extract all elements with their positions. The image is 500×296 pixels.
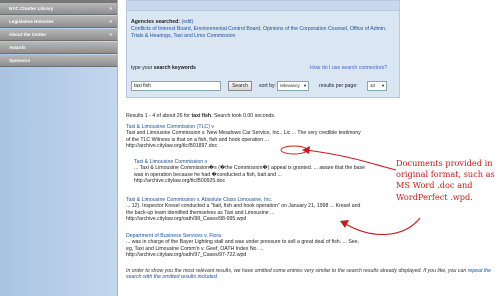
search-button[interactable]: Search xyxy=(228,81,252,91)
result-url: http://archive.citylaw.org/oath/98_Cases… xyxy=(126,216,247,223)
agencies-searched: Agencies searched: (edit) Conflicts of I… xyxy=(131,19,395,40)
result-url: http://archive.citylaw.org/oath/97_Cases… xyxy=(126,252,247,259)
result-title-link[interactable]: Taxi & Limousine Commission v. Absolute … xyxy=(126,197,272,203)
sidebar-item-label: Awards xyxy=(9,45,26,50)
agencies-header: Agencies searched: xyxy=(131,19,181,25)
sidebar-item-about[interactable]: About the Center » xyxy=(0,29,117,41)
omitted-results-note: In order to show you the most relevant r… xyxy=(126,268,492,281)
results-per-page-label: results per page: xyxy=(319,83,358,89)
search-connectors-help-link[interactable]: How do I use search connectors? xyxy=(310,65,387,71)
results-stats: Results 1 - 4 of about 26 for taxi fish.… xyxy=(126,113,276,119)
panel-top-strip xyxy=(127,1,399,11)
result-snippet: Taxi and Limousine Commission v. New Mea… xyxy=(126,130,361,143)
keyword-prompt-row: type your search keywords How do I use s… xyxy=(131,65,395,71)
result-url: http://archive.citylaw.org/tlc/B01897.do… xyxy=(126,143,218,150)
result-snippet: ... was in charge of the Bayer Lighting … xyxy=(126,239,359,252)
result-item: Taxi & Limousine Commission v. Absolute … xyxy=(126,197,366,223)
keyword-prompt: type your search keywords xyxy=(131,65,196,71)
result-item: Taxi & Limousine Commission v ... Taxi &… xyxy=(134,159,366,185)
results-per-page-select[interactable]: 10 ▼ xyxy=(367,81,387,91)
result-title-link[interactable]: Taxi & Limousine Commission (TLC) v xyxy=(126,124,214,130)
agencies-edit-link[interactable]: (edit) xyxy=(181,19,193,25)
result-item: Taxi & Limousine Commission (TLC) v Taxi… xyxy=(126,124,366,150)
sidebar-item-label: Legislative Histories xyxy=(9,19,54,24)
dropdown-arrow-icon: ▼ xyxy=(381,83,385,88)
main-content: Agencies searched: (edit) Conflicts of I… xyxy=(124,0,500,296)
result-item: Department of Business Services v. Flora… xyxy=(126,233,366,259)
annotation-text: Documents provided in original format, s… xyxy=(396,158,495,202)
sidebar-item-legislative-histories[interactable]: Legislative Histories » xyxy=(0,16,117,28)
chevron-right-icon: » xyxy=(109,6,112,12)
sidebar-item-charter-library[interactable]: NYC Charter Library » xyxy=(0,3,117,15)
sidebar-item-label: About the Center xyxy=(9,32,47,37)
sidebar: NYC Charter Library » Legislative Histor… xyxy=(0,0,118,296)
sort-label: sort by: xyxy=(259,83,277,89)
sidebar-item-awards[interactable]: Awards xyxy=(0,42,117,54)
chevron-right-icon: » xyxy=(109,32,112,38)
result-title-link[interactable]: Department of Business Services v. Flora xyxy=(126,233,221,239)
dropdown-arrow-icon: ▼ xyxy=(303,83,307,88)
search-controls: taxi fish Search sort by: relevancy ▼ res… xyxy=(131,81,399,93)
sidebar-item-sponsors[interactable]: Sponsors xyxy=(0,55,117,67)
sidebar-item-label: NYC Charter Library xyxy=(9,6,54,11)
agencies-list-links[interactable]: Conflicts of Interest Board, Environment… xyxy=(131,26,386,39)
result-url: http://archive.citylaw.org/tlc/B00925.do… xyxy=(134,178,226,185)
sort-select[interactable]: relevancy ▼ xyxy=(277,81,309,91)
result-snippet: ... 12). Inspector Kresel conducted a "b… xyxy=(126,203,361,216)
result-snippet: ... Taxi & Limousine Commission�s (�the … xyxy=(134,165,365,178)
sidebar-item-label: Sponsors xyxy=(9,58,31,63)
search-input[interactable]: taxi fish xyxy=(131,81,221,91)
search-panel: Agencies searched: (edit) Conflicts of I… xyxy=(126,0,400,98)
chevron-right-icon: » xyxy=(109,19,112,25)
